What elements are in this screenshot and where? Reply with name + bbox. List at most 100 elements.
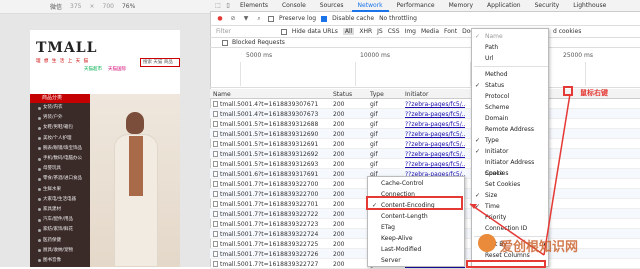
category-item[interactable]: 美妆/个人护理 [30,134,90,144]
tab-console[interactable]: Console [276,0,312,12]
request-initiator[interactable]: ??zebra-pages/fc5/... [405,121,465,128]
request-initiator[interactable]: ??zebra-pages/fc5/... [405,131,465,138]
menu-item-remote-address[interactable]: Remote Address [472,124,550,135]
table-row[interactable]: tmall.5001.5?t=1618839312690 200 gif ??zebr… [210,129,640,139]
tab-lighthouse[interactable]: Lighthouse [567,0,612,12]
tab-elements[interactable]: Elements [234,0,274,12]
banner-international[interactable]: 天猫国际 [108,66,126,74]
menu-item-priority[interactable]: Priority [472,212,550,223]
tab-application[interactable]: Application [481,0,527,12]
submenu-item-etag[interactable]: ETag [368,222,464,233]
device-toggle-icon[interactable]: ▯ [224,2,232,10]
checkmark-icon: ✓ [475,33,481,40]
category-item[interactable]: 医药保健 [30,235,90,245]
throttling-select[interactable]: No throttling [379,15,417,22]
zoom-select[interactable]: 76% [122,3,135,10]
tab-security[interactable]: Security [529,0,566,12]
menu-item-connection-id[interactable]: Connection ID [472,223,550,234]
tmall-logo[interactable]: TMALL [36,40,97,56]
type-filter-all[interactable]: All [342,28,355,35]
category-item[interactable]: 家纺/家饰/鲜花 [30,225,90,235]
column-header-status[interactable]: Status [333,91,352,98]
menu-item-size[interactable]: ✓ Size [472,190,550,201]
category-item[interactable]: 生鲜水果 [30,185,90,195]
hide-data-urls-label: Hide data URLs [291,28,338,35]
submenu-item-keep-alive[interactable]: Keep-Alive [368,233,464,244]
menu-item-status[interactable]: ✓ Status [472,80,550,91]
submenu-item-cache-control[interactable]: Cache-Control [368,178,464,189]
type-filter-js[interactable]: JS [377,28,383,35]
category-label: 生鲜水果 [43,186,61,192]
request-status: 200 [333,111,345,118]
request-initiator[interactable]: ??zebra-pages/fc5/... [405,151,465,158]
menu-item-time[interactable]: ✓ Time [472,201,550,212]
category-item[interactable]: 女鞋/男鞋/箱包 [30,123,90,133]
file-icon [213,231,218,237]
menu-item-scheme[interactable]: Scheme [472,102,550,113]
category-item[interactable]: 零食/茶酒/进口食品 [30,174,90,184]
column-header-initiator[interactable]: Initiator [405,91,428,98]
type-filter-font[interactable]: Font [444,28,457,35]
type-filter-css[interactable]: CSS [388,28,400,35]
inspect-icon[interactable]: ⬚ [214,2,222,10]
menu-item-set-cookies[interactable]: Set Cookies [472,179,550,190]
menu-item-domain[interactable]: Domain [472,113,550,124]
request-initiator[interactable]: ??zebra-pages/fc5/... [405,101,465,108]
preserve-log-label: Preserve log [279,15,317,22]
banner-supermarket[interactable]: 天猫超市 [84,66,102,74]
menu-item-label: Remote Address [485,126,534,133]
menu-item-path[interactable]: Path [472,42,550,53]
device-select[interactable]: 微信 [50,2,62,11]
menu-item-type[interactable]: ✓ Type [472,135,550,146]
submenu-item-server[interactable]: Server [368,255,464,266]
table-row[interactable]: tmall.5001.5?t=1618839312693 200 gif ??zebr… [210,159,640,169]
column-header-type[interactable]: Type [370,91,384,98]
table-row[interactable]: tmall.5001.5?t=1618839312688 200 gif ??zebr… [210,119,640,129]
request-initiator[interactable]: ??zebra-pages/fc5/... [405,141,465,148]
category-item[interactable]: 母婴玩具 [30,164,90,174]
type-filter-xhr[interactable]: XHR [359,28,372,35]
category-item[interactable]: 腕表/眼镜/珠宝饰品 [30,144,90,154]
tab-memory[interactable]: Memory [443,0,479,12]
menu-item-initiator-address-space[interactable]: Initiator Address Space [472,157,550,177]
category-item[interactable]: 女装/内衣 [30,103,90,113]
type-filter-media[interactable]: Media [421,28,439,35]
category-item[interactable]: 手机/数码/电脑办公 [30,154,90,164]
submenu-item-last-modified[interactable]: Last-Modified [368,244,464,255]
hide-data-urls-checkbox[interactable] [280,28,287,35]
menu-item-url[interactable]: Url [472,53,550,64]
preserve-log-checkbox[interactable] [268,15,274,22]
category-item[interactable]: 男装/户外 [30,113,90,123]
type-filter-img[interactable]: Img [405,28,416,35]
submenu-item-content-length[interactable]: Content-Length [368,211,464,222]
menu-item-name[interactable]: ✓ Name [472,31,550,42]
category-item[interactable]: 家具建材 [30,205,90,215]
table-row[interactable]: tmall.5001.4?t=1618839307673 200 gif ??zebr… [210,109,640,119]
category-item[interactable]: 厨具/收纳/宠物 [30,246,90,256]
device-height[interactable]: 700 [103,3,114,10]
search-icon[interactable]: ⌕ [255,15,263,23]
menu-item-cookies[interactable]: Cookies [472,168,550,179]
menu-item-initiator[interactable]: ✓ Initiator [472,146,550,157]
record-icon[interactable]: ● [216,15,224,23]
filter-input[interactable]: Filter [216,28,231,35]
category-item[interactable]: 大家电/生活电器 [30,195,90,205]
request-initiator[interactable]: ??zebra-pages/fc5/... [405,161,465,168]
category-item[interactable]: 图书音像 [30,256,90,266]
tab-network[interactable]: Network [351,0,389,12]
column-header-name[interactable]: Name [213,91,231,98]
request-initiator[interactable]: ??zebra-pages/fc5/... [405,111,465,118]
tab-performance[interactable]: Performance [391,0,441,12]
table-row[interactable]: tmall.5001.4?t=1618839307671 200 gif ??zebr… [210,99,640,109]
category-item[interactable]: 汽车/配件/用品 [30,215,90,225]
blocked-requests-checkbox[interactable] [222,39,228,46]
menu-item-protocol[interactable]: Protocol [472,91,550,102]
device-width[interactable]: 375 [70,3,81,10]
table-row[interactable]: tmall.5001.5?t=1618839312692 200 gif ??zebr… [210,149,640,159]
table-row[interactable]: tmall.5001.5?t=1618839312691 200 gif ??zebr… [210,139,640,149]
menu-item-method[interactable]: Method [472,69,550,80]
clear-icon[interactable]: ⊘ [229,15,237,23]
tab-sources[interactable]: Sources [314,0,350,12]
disable-cache-checkbox[interactable] [321,15,328,22]
filter-icon[interactable]: ▼ [242,15,250,23]
